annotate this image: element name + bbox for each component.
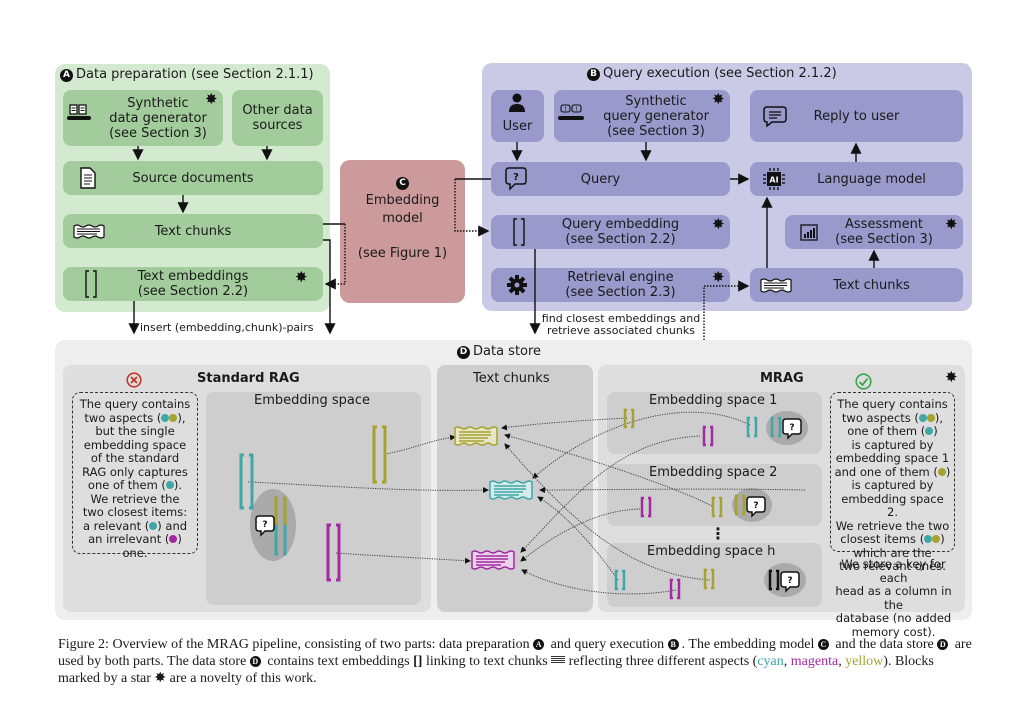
embedding-cyan-standard <box>239 453 254 510</box>
link-sh-magenta <box>521 569 677 595</box>
star-glyph-icon: ✸ <box>154 671 167 686</box>
link-s2-magenta <box>520 508 641 562</box>
embedding-yellow-space2 <box>711 496 723 518</box>
chunk-glyph-icon <box>551 656 566 664</box>
svg-text:?: ? <box>753 501 758 511</box>
chunk-magenta <box>471 550 515 570</box>
embedding-yellow-standard <box>372 425 387 484</box>
link-s1-cyan <box>532 411 751 479</box>
link-sh-cyan <box>537 496 619 581</box>
embedding-yellow-space1 <box>623 408 635 429</box>
embedding-magenta-space2 <box>640 496 652 518</box>
embedding-magenta-standard <box>326 523 341 582</box>
link-standard-magenta <box>335 552 471 564</box>
embedding-cyan-space1 <box>746 416 758 438</box>
embedding-magenta-space1 <box>702 425 714 447</box>
embedding-magenta-spaceh <box>669 578 681 600</box>
chunk-yellow <box>454 426 498 446</box>
chunk-cyan <box>489 480 533 500</box>
embedding-yellow-spaceh <box>703 568 715 590</box>
figure-caption: Figure 2: Overview of the MRAG pipeline,… <box>58 637 972 686</box>
link-standard-cyan <box>247 481 489 494</box>
link-s1-yellow <box>501 417 628 431</box>
link-s2-yellow <box>504 433 713 507</box>
svg-text:?: ? <box>787 576 792 586</box>
svg-text:?: ? <box>789 423 794 433</box>
link-s1-magenta <box>520 435 701 553</box>
data-store-graphics: ???? <box>239 408 808 600</box>
svg-text:?: ? <box>262 520 267 530</box>
link-standard-yellow <box>384 434 456 455</box>
link-s2-cyan-through <box>539 486 806 493</box>
embedding-cyan-spaceh <box>614 569 626 591</box>
link-sh-yellow <box>504 443 711 581</box>
